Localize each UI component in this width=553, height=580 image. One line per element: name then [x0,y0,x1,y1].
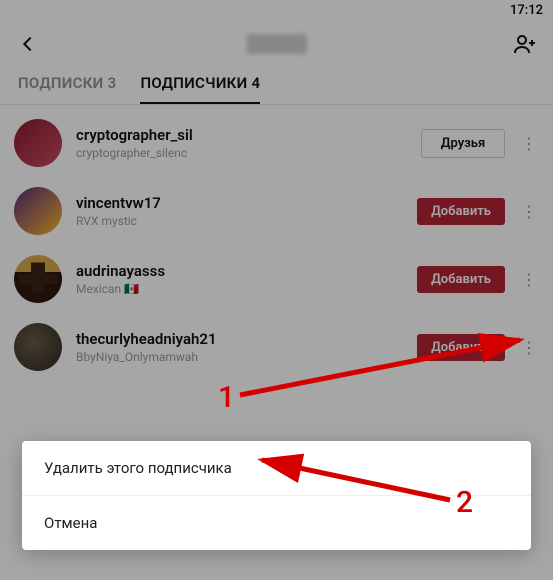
add-button[interactable]: Добавить [417,198,505,225]
tab-subscriptions[interactable]: ПОДПИСКИ 3 [18,74,116,104]
tabs: ПОДПИСКИ 3 ПОДПИСЧИКИ 4 [0,68,553,105]
tab-followers[interactable]: ПОДПИСЧИКИ 4 [140,74,260,104]
avatar[interactable] [14,323,62,371]
more-icon[interactable]: ⋮ [519,134,539,153]
list-item[interactable]: thecurlyheadniyah21 BbyNiya_Onlymamwah Д… [0,313,553,381]
display-name: RVX mystic [76,214,403,228]
display-name: cryptographer_silenc [76,146,407,160]
tab-count: 3 [108,74,117,92]
more-icon[interactable]: ⋮ [519,202,539,221]
back-icon[interactable] [14,30,42,58]
cancel-option[interactable]: Отмена [22,495,531,550]
avatar[interactable] [14,255,62,303]
more-icon[interactable]: ⋮ [519,338,539,357]
more-icon[interactable]: ⋮ [519,270,539,289]
avatar[interactable] [14,187,62,235]
action-sheet: Удалить этого подписчика Отмена [22,441,531,550]
display-name: Mexican 🇲🇽 [76,282,403,296]
avatar[interactable] [14,119,62,167]
add-button[interactable]: Добавить [417,334,505,361]
remove-follower-option[interactable]: Удалить этого подписчика [22,441,531,495]
friends-button[interactable]: Друзья [421,129,505,158]
user-info: audrinayasss Mexican 🇲🇽 [76,262,403,296]
add-button[interactable]: Добавить [417,266,505,293]
profile-title-redacted [247,34,307,54]
clock: 17:12 [510,3,543,18]
user-info: cryptographer_sil cryptographer_silenc [76,126,407,160]
annotation-step-1: 1 [218,380,235,415]
list-item[interactable]: vincentvw17 RVX mystic Добавить ⋮ [0,177,553,245]
user-info: vincentvw17 RVX mystic [76,194,403,228]
followers-list: cryptographer_sil cryptographer_silenc Д… [0,105,553,381]
add-friend-icon[interactable] [511,30,539,58]
tab-label: ПОДПИСЧИКИ [140,74,247,92]
tab-label: ПОДПИСКИ [18,74,104,92]
list-item[interactable]: cryptographer_sil cryptographer_silenc Д… [0,109,553,177]
display-name: BbyNiya_Onlymamwah [76,350,403,364]
username: thecurlyheadniyah21 [76,330,403,348]
user-info: thecurlyheadniyah21 BbyNiya_Onlymamwah [76,330,403,364]
username: vincentvw17 [76,194,403,212]
username: cryptographer_sil [76,126,407,144]
username: audrinayasss [76,262,403,280]
status-bar: 17:12 [0,0,553,20]
screen: 17:12 ПОДПИСКИ 3 ПОДПИСЧИКИ 4 cryptograp… [0,0,553,580]
list-item[interactable]: audrinayasss Mexican 🇲🇽 Добавить ⋮ [0,245,553,313]
tab-count: 4 [252,74,261,92]
top-bar [0,20,553,68]
